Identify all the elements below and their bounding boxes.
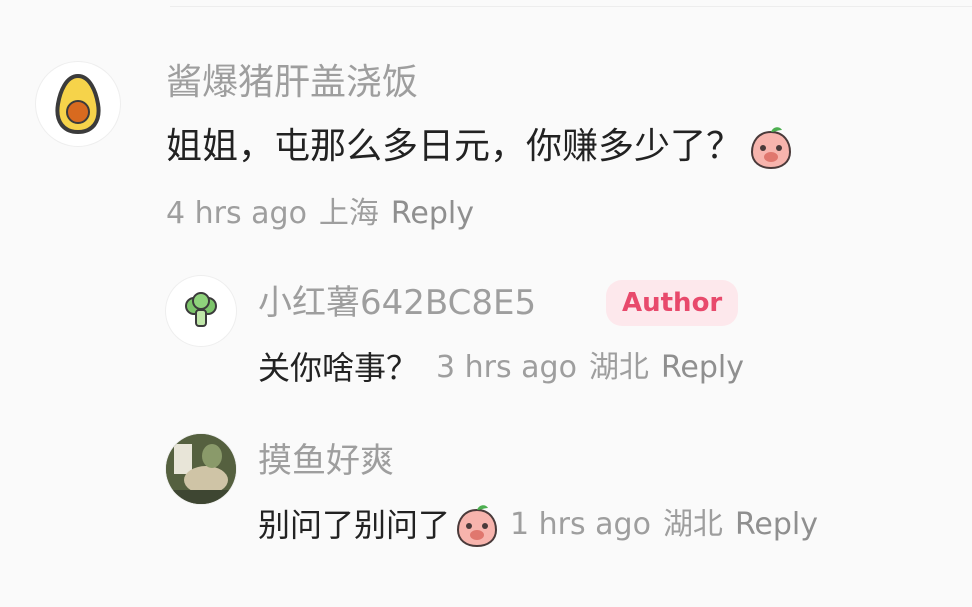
reply-button[interactable]: Reply (661, 344, 744, 392)
comment-location: 上海 (318, 196, 379, 231)
blushing-peach-icon (457, 505, 498, 548)
photo-avatar (166, 434, 236, 504)
reply-location: 湖北 (588, 350, 649, 385)
reply-text: 关你啥事？ (258, 349, 419, 387)
comment-meta: 4 hrs ago 上海 Reply (166, 192, 474, 236)
reply-username[interactable]: 小红薯642BC8E5 (258, 278, 536, 328)
comment-text: 姐姐，屯那么多日元，你赚多少了？ (166, 126, 743, 167)
reply-time: 1 hrs ago (510, 507, 651, 542)
reply-meta: 3 hrs ago 湖北 Reply (436, 344, 744, 392)
reply-username[interactable]: 摸鱼好爽 (258, 436, 394, 486)
reply-button[interactable]: Reply (391, 192, 474, 236)
blushing-peach-icon (751, 127, 792, 170)
reply-text-row: 关你啥事？ 3 hrs ago 湖北 Reply (258, 344, 744, 392)
avatar[interactable] (166, 434, 236, 504)
divider-line (170, 6, 972, 7)
comment-time: 4 hrs ago (166, 196, 307, 231)
reply-meta: 1 hrs ago 湖北 Reply (510, 500, 818, 550)
reply-text-row: 别问了别问了 1 hrs ago 湖北 Reply (258, 500, 818, 550)
avocado-icon (55, 73, 101, 135)
reply-time: 3 hrs ago (436, 350, 577, 385)
comment-text-row: 姐姐，屯那么多日元，你赚多少了？ (166, 122, 794, 172)
author-badge: Author (606, 280, 739, 326)
avatar[interactable] (166, 276, 236, 346)
reply-button[interactable]: Reply (735, 500, 818, 550)
avatar[interactable] (36, 62, 120, 146)
broccoli-icon (185, 292, 217, 327)
reply-text: 别问了别问了 (258, 506, 451, 544)
reply-location: 湖北 (662, 507, 723, 542)
comment-username[interactable]: 酱爆猪肝盖浇饭 (166, 58, 418, 108)
